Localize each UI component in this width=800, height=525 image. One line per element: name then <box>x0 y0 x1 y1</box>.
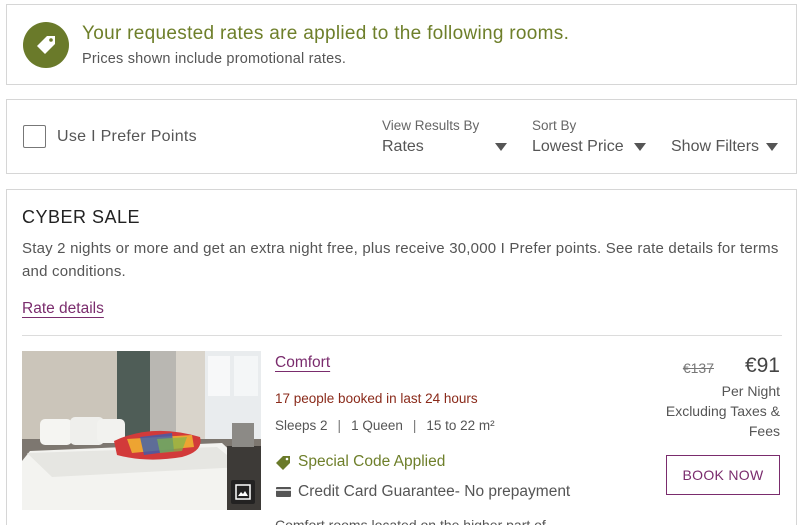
room-details: Sleeps 2 | 1 Queen | 15 to 22 m² <box>275 418 495 433</box>
results-filter-bar: Use I Prefer Points View Results By Rate… <box>6 99 797 174</box>
room-photo[interactable] <box>22 351 261 510</box>
offer-card: CYBER SALE Stay 2 nights or more and get… <box>6 189 797 525</box>
banner-title: Your requested rates are applied to the … <box>82 23 570 44</box>
credit-card-icon <box>275 485 292 499</box>
tag-icon <box>275 455 292 470</box>
room-description: Comfort rooms located on the higher part… <box>275 517 546 525</box>
banner-subtitle: Prices shown include promotional rates. <box>82 51 347 67</box>
prefer-points-label[interactable]: Use I Prefer Points <box>57 128 197 146</box>
view-results-label: View Results By <box>382 118 480 133</box>
chevron-down-icon[interactable] <box>766 143 778 151</box>
original-price: €137 <box>682 360 714 376</box>
chevron-down-icon[interactable] <box>634 143 646 151</box>
price-note-line: Excluding Taxes & <box>665 403 780 419</box>
show-filters-button[interactable]: Show Filters <box>671 138 759 156</box>
rates-applied-banner: Your requested rates are applied to the … <box>6 4 797 85</box>
price-note-line: Fees <box>748 423 780 439</box>
view-results-select[interactable]: Rates <box>382 138 424 156</box>
price-note-line: Per Night <box>721 383 780 399</box>
rate-details-link[interactable]: Rate details <box>22 300 104 318</box>
credit-card-label: Credit Card Guarantee- No prepayment <box>298 483 571 500</box>
chevron-down-icon[interactable] <box>495 143 507 151</box>
prefer-points-checkbox[interactable] <box>23 125 46 148</box>
room-sleeps: Sleeps 2 <box>275 418 328 433</box>
sort-by-label: Sort By <box>532 118 577 133</box>
gallery-icon[interactable] <box>231 480 255 504</box>
divider <box>22 335 782 336</box>
price-tag-icon <box>23 22 69 68</box>
offer-description: Stay 2 nights or more and get an extra n… <box>22 240 779 280</box>
room-size: 15 to 22 m² <box>426 418 495 433</box>
special-code-label: Special Code Applied <box>298 453 446 470</box>
special-code-perk: Special Code Applied <box>275 453 445 471</box>
credit-card-perk: Credit Card Guarantee- No prepayment <box>275 483 570 501</box>
room-bed: 1 Queen <box>351 418 403 433</box>
current-price: €91 <box>744 354 780 377</box>
booking-notice: 17 people booked in last 24 hours <box>275 391 478 406</box>
offer-title: CYBER SALE <box>22 207 141 227</box>
sort-by-select[interactable]: Lowest Price <box>532 138 624 156</box>
room-name-link[interactable]: Comfort <box>275 354 330 372</box>
book-now-button[interactable]: BOOK NOW <box>666 455 780 495</box>
